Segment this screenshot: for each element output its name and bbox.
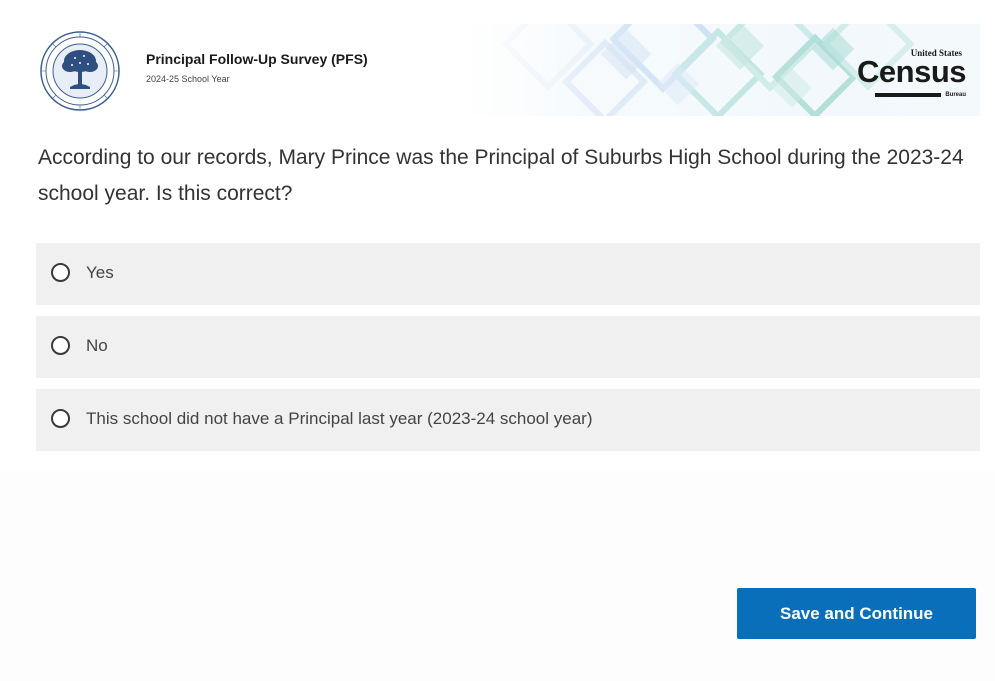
option-no-principal[interactable]: This school did not have a Principal las…	[36, 389, 980, 451]
footer-area	[0, 470, 995, 681]
census-logo-bottom-text: Bureau	[945, 91, 966, 98]
question-text: According to our records, Mary Prince wa…	[38, 146, 964, 205]
radio-button-yes[interactable]	[51, 263, 70, 282]
option-label-no: No	[86, 336, 108, 355]
department-of-education-seal-icon	[40, 31, 120, 111]
save-and-continue-button[interactable]: Save and Continue	[737, 588, 976, 639]
option-label-no-principal: This school did not have a Principal las…	[86, 409, 593, 428]
census-logo-word: Census	[857, 54, 966, 89]
option-yes[interactable]: Yes	[36, 243, 980, 305]
option-label-yes: Yes	[86, 263, 114, 282]
survey-page: Principal Follow-Up Survey (PFS) 2024-25…	[0, 0, 995, 681]
radio-button-no-principal[interactable]	[51, 409, 70, 428]
radio-button-no[interactable]	[51, 336, 70, 355]
answer-options: Yes No This school did not have a Princi…	[36, 243, 980, 462]
option-no[interactable]: No	[36, 316, 980, 378]
survey-header: Principal Follow-Up Survey (PFS) 2024-25…	[38, 24, 980, 116]
survey-year: 2024-25 School Year	[146, 74, 230, 84]
survey-title-block: Principal Follow-Up Survey (PFS) 2024-25…	[146, 51, 368, 84]
census-logo-bar	[875, 92, 942, 97]
census-bureau-logo: United States Census Bureau	[856, 48, 966, 98]
survey-title: Principal Follow-Up Survey (PFS)	[146, 51, 368, 67]
